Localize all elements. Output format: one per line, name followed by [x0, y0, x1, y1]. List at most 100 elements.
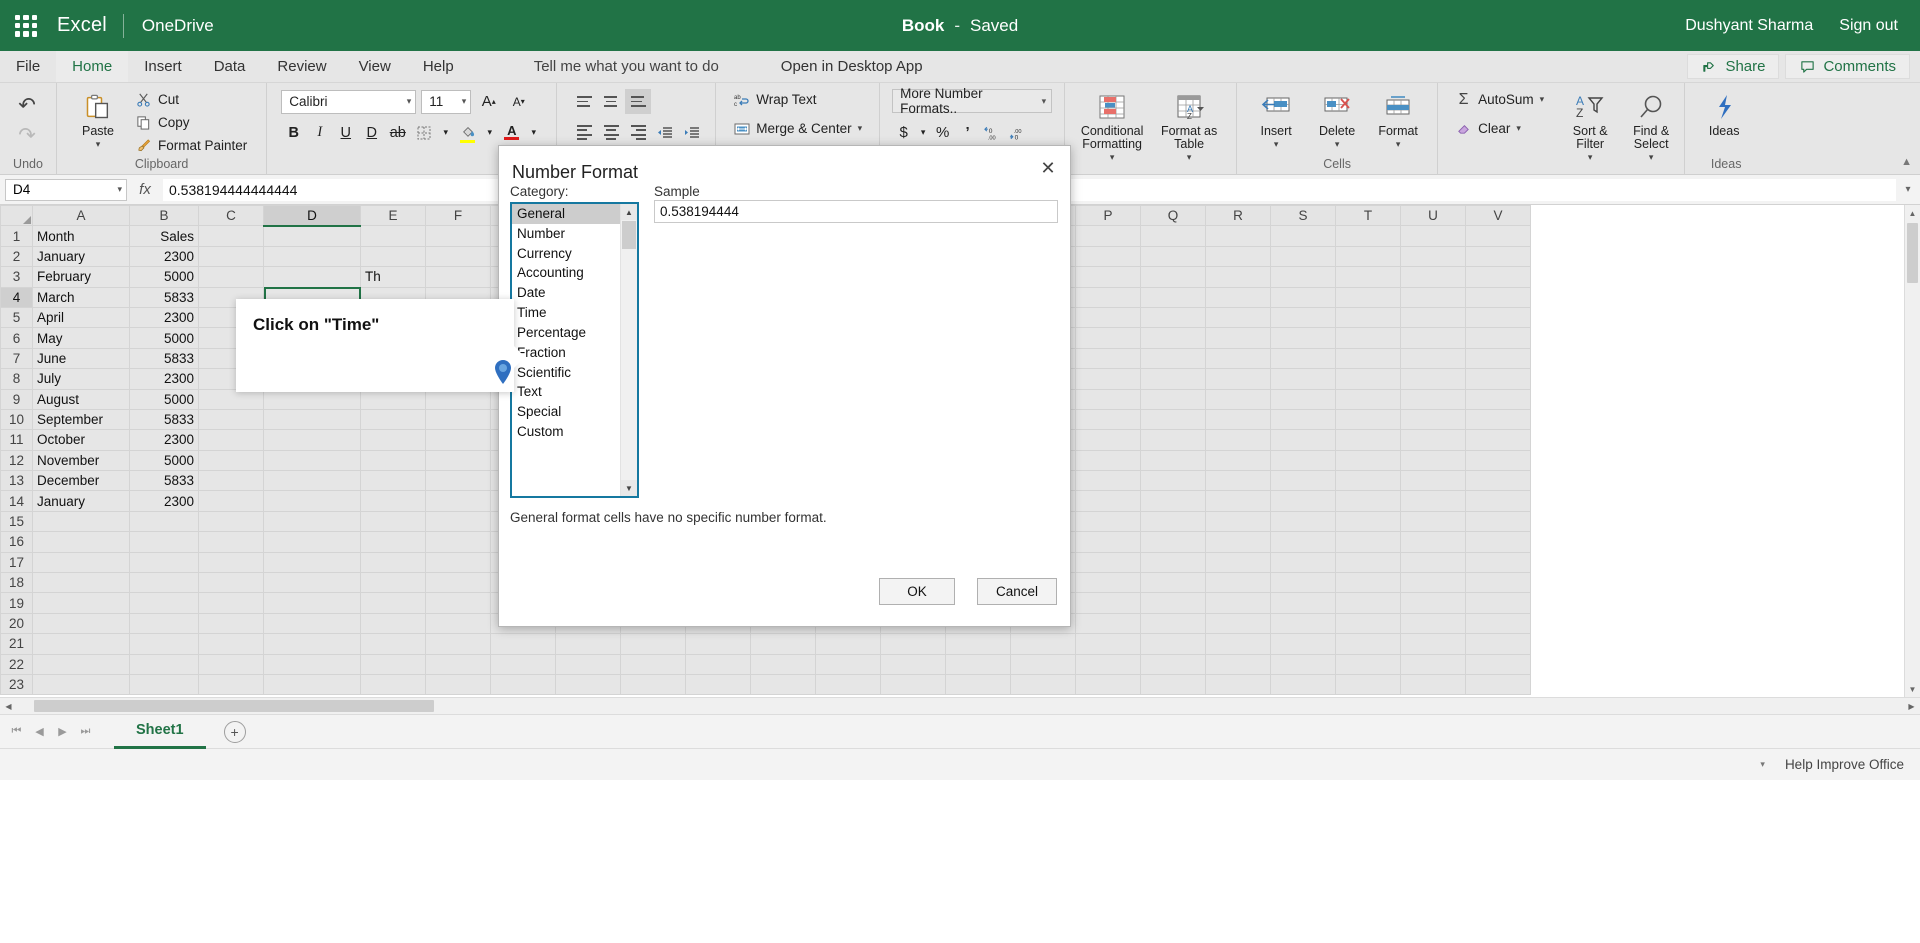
cell-V18[interactable]	[1465, 572, 1531, 594]
cell-V21[interactable]	[1465, 633, 1531, 655]
clear-chevron-down-icon[interactable]: ▾	[1516, 124, 1521, 133]
share-button[interactable]: Share	[1687, 54, 1780, 79]
select-all-corner[interactable]	[0, 205, 33, 227]
row-header-6[interactable]: 6	[0, 327, 33, 349]
cell-B14[interactable]: 2300	[129, 490, 199, 512]
comma-format-button[interactable]: ’	[956, 120, 979, 145]
cell-E21[interactable]	[360, 633, 426, 655]
currency-chevron-down-icon[interactable]: ▾	[917, 120, 929, 145]
cell-J21[interactable]	[685, 633, 751, 655]
cell-A23[interactable]	[32, 673, 130, 696]
column-header-F[interactable]: F	[425, 205, 491, 227]
cell-B8[interactable]: 2300	[129, 368, 199, 390]
cell-P12[interactable]	[1075, 449, 1141, 472]
fill-color-chevron-down-icon[interactable]: ▾	[481, 120, 498, 145]
fill-color-button[interactable]	[455, 120, 480, 145]
cell-U23[interactable]	[1400, 673, 1466, 696]
cell-R3[interactable]	[1205, 266, 1271, 288]
conditional-formatting-button[interactable]: Conditional Formatting ▾	[1075, 89, 1149, 164]
cell-P23[interactable]	[1075, 673, 1141, 696]
borders-button[interactable]	[411, 120, 436, 145]
autosum-button[interactable]: Σ AutoSum ▾	[1450, 89, 1549, 110]
cell-F20[interactable]	[425, 612, 491, 635]
category-item-percentage[interactable]: Percentage	[512, 323, 620, 343]
cell-D3[interactable]	[263, 266, 361, 288]
cell-L23[interactable]	[815, 673, 881, 696]
cell-T10[interactable]	[1335, 408, 1401, 431]
conditional-formatting-chevron-down-icon[interactable]: ▾	[1110, 153, 1115, 162]
cell-U22[interactable]	[1400, 653, 1466, 675]
font-name-select[interactable]: Calibri ▾	[281, 89, 417, 114]
tell-me-search[interactable]: Tell me what you want to do	[518, 51, 735, 82]
cell-A13[interactable]: December	[32, 470, 130, 492]
cell-C9[interactable]	[198, 388, 264, 410]
font-size-select[interactable]: 11 ▾	[421, 89, 472, 114]
cell-V12[interactable]	[1465, 449, 1531, 472]
tab-file[interactable]: File	[0, 51, 56, 82]
cell-C12[interactable]	[198, 449, 264, 472]
cell-D9[interactable]	[263, 388, 361, 410]
format-as-table-chevron-down-icon[interactable]: ▾	[1187, 153, 1192, 162]
cell-S2[interactable]	[1270, 245, 1336, 268]
cell-U16[interactable]	[1400, 531, 1466, 553]
table-row[interactable]: 23	[0, 673, 1531, 696]
format-cells-button[interactable]: Format ▾	[1369, 89, 1427, 151]
row-header-2[interactable]: 2	[0, 245, 33, 268]
cell-D1[interactable]	[263, 225, 361, 247]
cell-R19[interactable]	[1205, 592, 1271, 614]
cell-C22[interactable]	[198, 653, 264, 675]
cell-M21[interactable]	[880, 633, 946, 655]
cell-U20[interactable]	[1400, 612, 1466, 635]
cell-U8[interactable]	[1400, 368, 1466, 390]
merge-center-button[interactable]: Merge & Center ▾	[728, 118, 867, 139]
ok-button[interactable]: OK	[879, 578, 955, 605]
cell-Q9[interactable]	[1140, 388, 1206, 410]
cell-U9[interactable]	[1400, 388, 1466, 410]
cell-L21[interactable]	[815, 633, 881, 655]
cell-V20[interactable]	[1465, 612, 1531, 635]
cell-U18[interactable]	[1400, 572, 1466, 594]
cell-B1[interactable]: Sales	[129, 225, 199, 247]
cell-E10[interactable]	[360, 408, 426, 431]
status-bar-chevron-down-icon[interactable]: ▾	[1760, 759, 1765, 770]
cell-B23[interactable]	[129, 673, 199, 696]
close-icon[interactable]: ✕	[1036, 156, 1060, 180]
category-item-currency[interactable]: Currency	[512, 244, 620, 264]
strikethrough-button[interactable]: ab	[385, 120, 410, 145]
table-row[interactable]: 22	[0, 653, 1531, 675]
cell-R23[interactable]	[1205, 673, 1271, 696]
cell-S19[interactable]	[1270, 592, 1336, 614]
align-bottom-button[interactable]	[625, 89, 652, 114]
cell-F3[interactable]	[425, 266, 491, 288]
cell-B16[interactable]	[129, 531, 199, 553]
cancel-button[interactable]: Cancel	[977, 578, 1057, 605]
cell-F19[interactable]	[425, 592, 491, 614]
scroll-down-icon[interactable]: ▼	[1905, 681, 1920, 697]
cell-A2[interactable]: January	[32, 245, 130, 268]
italic-button[interactable]: I	[307, 120, 332, 145]
cell-P17[interactable]	[1075, 551, 1141, 574]
cell-E15[interactable]	[360, 510, 426, 533]
merge-chevron-down-icon[interactable]: ▾	[858, 124, 863, 133]
row-header-21[interactable]: 21	[0, 633, 33, 655]
row-header-23[interactable]: 23	[0, 673, 33, 696]
cut-button[interactable]: Cut	[130, 89, 252, 110]
cell-A3[interactable]: February	[32, 266, 130, 288]
cell-R9[interactable]	[1205, 388, 1271, 410]
cell-K23[interactable]	[750, 673, 816, 696]
cell-V4[interactable]	[1465, 286, 1531, 308]
column-header-A[interactable]: A	[32, 205, 130, 227]
column-header-S[interactable]: S	[1270, 205, 1336, 227]
cell-Q20[interactable]	[1140, 612, 1206, 635]
cell-D12[interactable]	[263, 449, 361, 472]
cell-T12[interactable]	[1335, 449, 1401, 472]
category-scroll-down-icon[interactable]: ▼	[621, 480, 637, 496]
cell-F10[interactable]	[425, 408, 491, 431]
cell-V22[interactable]	[1465, 653, 1531, 675]
double-underline-button[interactable]: D	[359, 120, 384, 145]
cell-C11[interactable]	[198, 429, 264, 451]
cell-P16[interactable]	[1075, 531, 1141, 553]
row-header-14[interactable]: 14	[0, 490, 33, 512]
prev-sheet-icon[interactable]: ◀	[29, 725, 50, 738]
cell-B18[interactable]	[129, 572, 199, 594]
